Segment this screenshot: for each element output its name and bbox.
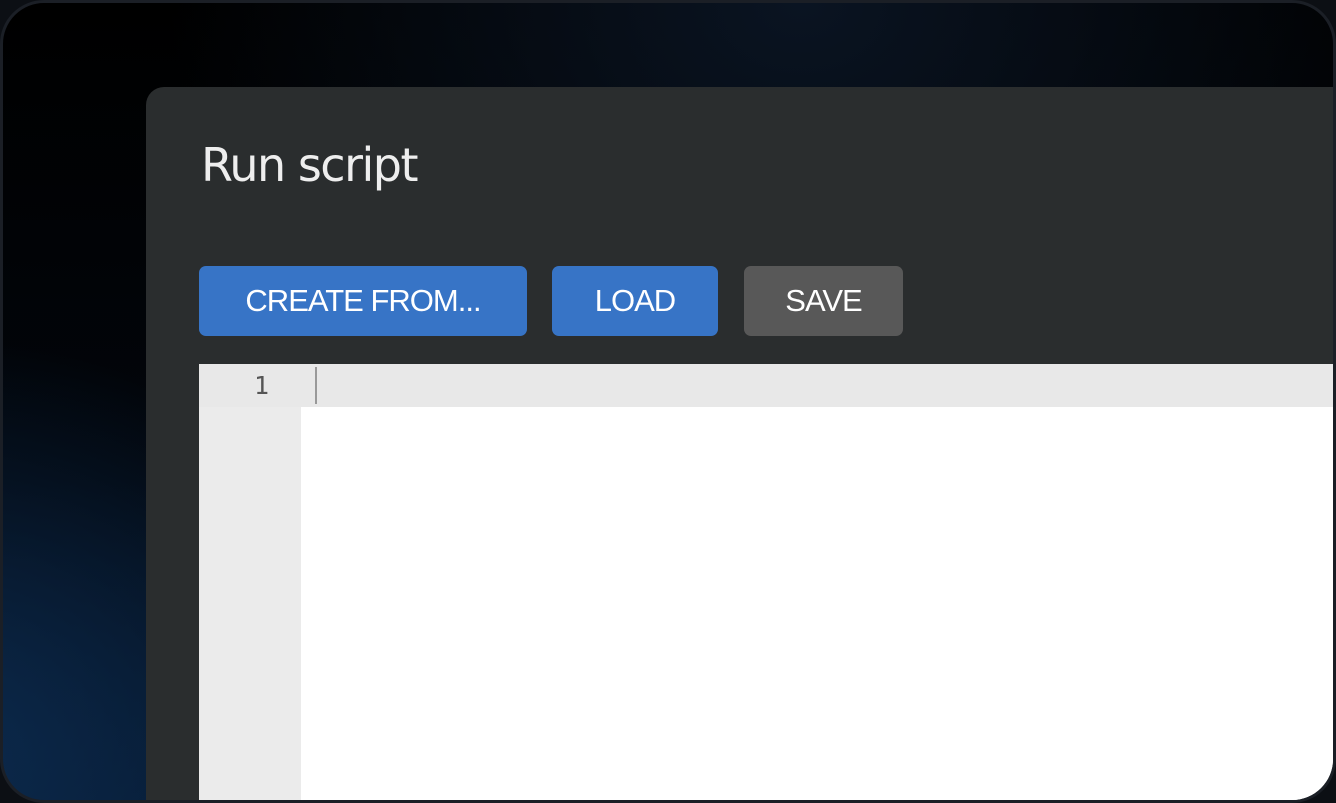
create-from-button[interactable]: CREATE FROM... xyxy=(199,266,527,336)
code-input-area[interactable] xyxy=(301,407,1333,800)
run-script-panel: Run script CREATE FROM... LOAD SAVE 1 xyxy=(146,87,1333,800)
text-cursor xyxy=(315,367,317,404)
active-line-highlight[interactable] xyxy=(199,364,1333,407)
line-number: 1 xyxy=(253,371,269,400)
screen-frame: Run script CREATE FROM... LOAD SAVE 1 xyxy=(0,0,1336,803)
save-button[interactable]: SAVE xyxy=(744,266,903,336)
script-editor[interactable]: 1 xyxy=(199,364,1333,800)
page-title: Run script xyxy=(201,138,419,192)
line-number-gutter xyxy=(199,364,301,800)
load-button[interactable]: LOAD xyxy=(552,266,718,336)
